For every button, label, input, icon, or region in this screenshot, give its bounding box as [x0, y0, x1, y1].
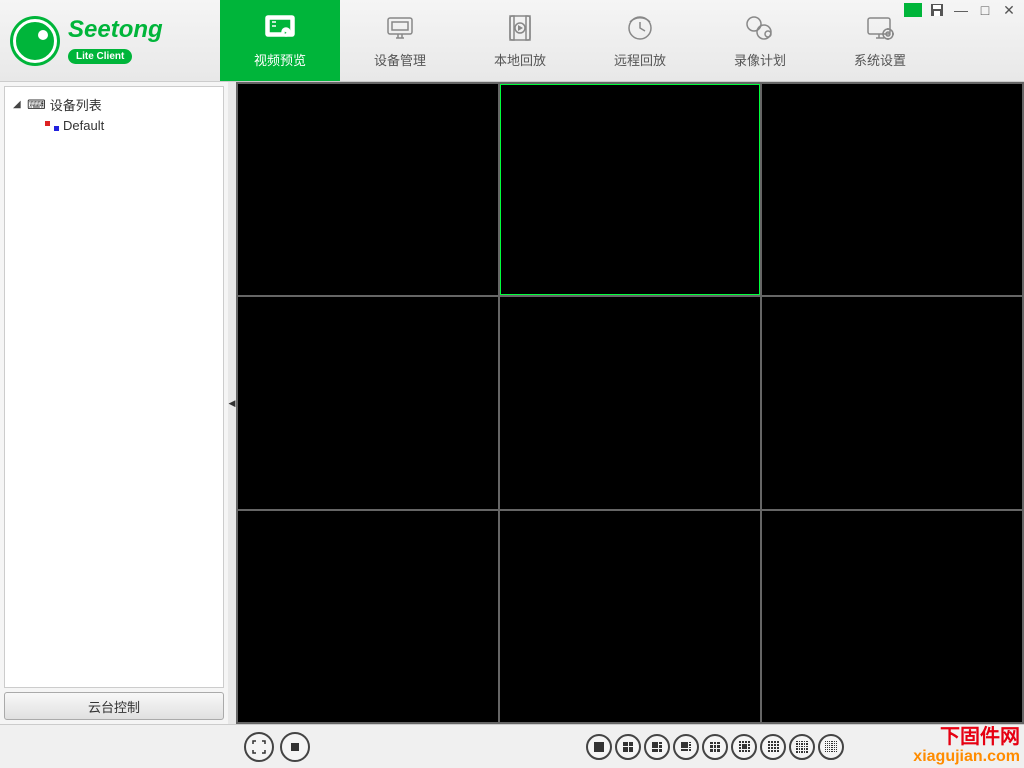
- ptz-control-button[interactable]: 云台控制: [4, 692, 224, 720]
- tab-remote-playback[interactable]: 远程回放: [580, 0, 700, 81]
- tab-label: 设备管理: [374, 50, 426, 69]
- video-cell-1[interactable]: [500, 84, 760, 295]
- tab-label: 视频预览: [254, 50, 306, 69]
- app-logo-icon: [10, 16, 60, 66]
- app-title: Seetong: [68, 18, 163, 42]
- status-indicator-icon: [904, 3, 922, 17]
- layout-controls: [586, 734, 844, 760]
- device-manage-icon: [382, 12, 418, 44]
- playback-controls: [244, 732, 310, 762]
- tree-root-device-list[interactable]: ◢ ⌨ 设备列表: [9, 93, 219, 116]
- logo-text: Seetong Lite Client: [68, 18, 163, 64]
- video-cell-2[interactable]: [762, 84, 1022, 295]
- remote-playback-icon: [622, 12, 658, 44]
- tab-label: 本地回放: [494, 50, 546, 69]
- stop-button[interactable]: [280, 732, 310, 762]
- tab-device-manage[interactable]: 设备管理: [340, 0, 460, 81]
- maximize-button[interactable]: □: [976, 2, 994, 18]
- logo-area: Seetong Lite Client: [0, 0, 220, 81]
- expand-arrow-icon: ◢: [13, 99, 23, 110]
- layout-9-button[interactable]: [702, 734, 728, 760]
- layout-36-button[interactable]: [818, 734, 844, 760]
- layout-4-button[interactable]: [615, 734, 641, 760]
- lite-client-badge: Lite Client: [68, 49, 132, 64]
- sidebar-collapse-handle[interactable]: ◀: [228, 82, 236, 724]
- layout-8-button[interactable]: [673, 734, 699, 760]
- tree-item-label: Default: [63, 118, 104, 133]
- tree-root-label: 设备列表: [50, 95, 102, 114]
- tab-label: 远程回放: [614, 50, 666, 69]
- fullscreen-button[interactable]: [244, 732, 274, 762]
- video-cell-4[interactable]: [500, 297, 760, 508]
- video-grid: [236, 82, 1024, 724]
- layout-25-button[interactable]: [789, 734, 815, 760]
- tab-label: 系统设置: [854, 50, 906, 69]
- window-controls: — □ ✕: [904, 2, 1018, 18]
- minimize-button[interactable]: —: [952, 2, 970, 18]
- record-plan-icon: [742, 12, 778, 44]
- tree-item-default[interactable]: Default: [9, 116, 219, 135]
- tab-video-preview[interactable]: 视频预览: [220, 0, 340, 81]
- save-icon[interactable]: [928, 2, 946, 18]
- video-cell-0[interactable]: [238, 84, 498, 295]
- top-bar: Seetong Lite Client 视频预览 设备管理 本地回放: [0, 0, 1024, 82]
- video-cell-3[interactable]: [238, 297, 498, 508]
- main-area: ◢ ⌨ 设备列表 Default 云台控制 ◀: [0, 82, 1024, 724]
- video-cell-6[interactable]: [238, 511, 498, 722]
- layout-13-button[interactable]: [731, 734, 757, 760]
- layout-1-button[interactable]: [586, 734, 612, 760]
- tab-label: 录像计划: [734, 50, 786, 69]
- keyboard-icon: ⌨: [27, 97, 46, 113]
- device-group-icon: [45, 121, 59, 131]
- device-tree: ◢ ⌨ 设备列表 Default: [4, 86, 224, 688]
- local-playback-icon: [502, 12, 538, 44]
- sidebar: ◢ ⌨ 设备列表 Default 云台控制: [0, 82, 228, 724]
- layout-6-button[interactable]: [644, 734, 670, 760]
- video-cell-5[interactable]: [762, 297, 1022, 508]
- system-settings-icon: [862, 12, 898, 44]
- video-cell-8[interactable]: [762, 511, 1022, 722]
- tab-local-playback[interactable]: 本地回放: [460, 0, 580, 81]
- video-area: [236, 82, 1024, 724]
- close-button[interactable]: ✕: [1000, 2, 1018, 18]
- tab-record-plan[interactable]: 录像计划: [700, 0, 820, 81]
- video-cell-7[interactable]: [500, 511, 760, 722]
- video-preview-icon: [262, 12, 298, 44]
- layout-16-button[interactable]: [760, 734, 786, 760]
- bottom-toolbar: [0, 724, 1024, 768]
